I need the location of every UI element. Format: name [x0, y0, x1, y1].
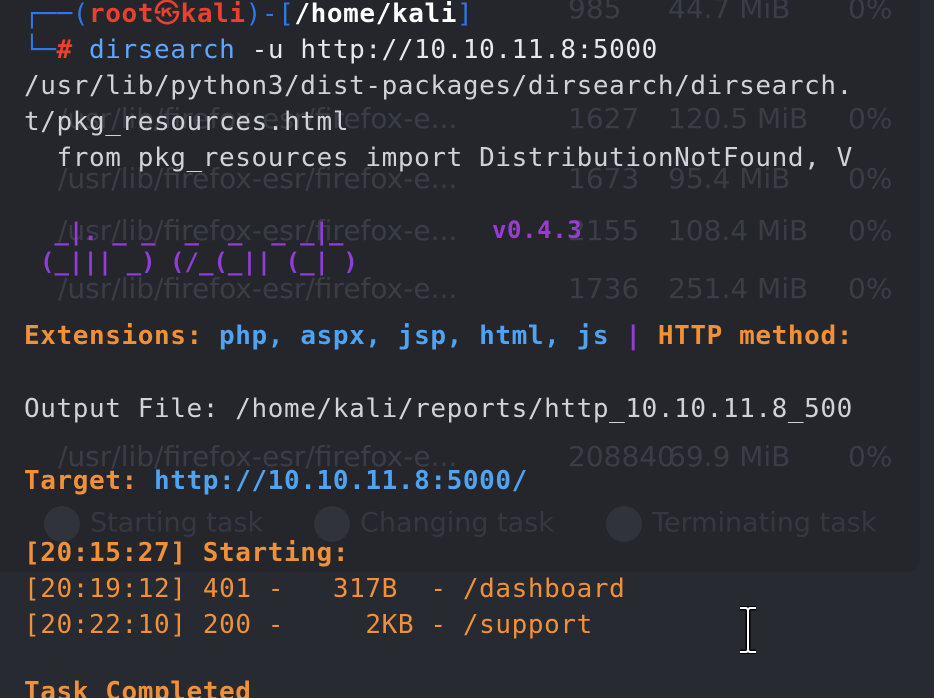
- command-name: dirsearch: [89, 35, 236, 65]
- banner-art: (_||| _) (/_(_|| (_| ): [40, 248, 358, 276]
- output-file-line: Output File: /home/kali/reports/http_10.…: [24, 394, 853, 424]
- target-line: Target: http://10.10.11.8:5000/: [24, 466, 528, 496]
- target-url: http://10.10.11.8:5000/: [154, 466, 528, 496]
- task-completed-line: Task Completed: [24, 677, 252, 698]
- text-cursor-icon: [740, 606, 756, 654]
- scan-starting-line: [20:15:27] Starting:: [24, 538, 350, 568]
- result-row: [20:19:12] 401 - 317B - /dashboard: [24, 574, 626, 604]
- result-row: [20:22:10] 200 - 2KB - /support: [24, 610, 593, 640]
- terminal-window[interactable]: 985 44.7 MiB 0% /usr/lib/firefox-esr/fir…: [0, 0, 934, 698]
- banner-art: _|. _ _ _ _ _ _|_: [40, 218, 402, 246]
- ghost-row: /usr/lib/firefox-esr/firefox-e... 1736 2…: [58, 272, 893, 305]
- warning-line: t/pkg_resources.html: [24, 107, 350, 137]
- skull-icon: ㉿: [154, 0, 181, 29]
- prompt-line: ┌──(root㉿kali)-[/home/kali]: [24, 0, 474, 29]
- warning-line: /usr/lib/python3/dist-packages/dirsearch…: [24, 71, 853, 101]
- terminating-task-button: Terminating task: [606, 506, 876, 542]
- extensions-line: Extensions: php, aspx, jsp, html, js | H…: [24, 321, 853, 351]
- banner-version: v0.4.3: [492, 216, 583, 244]
- command-line: └─# dirsearch -u http://10.10.11.8:5000: [24, 35, 658, 65]
- warning-line: from pkg_resources import DistributionNo…: [24, 143, 853, 173]
- changing-task-button: Changing task: [314, 506, 554, 542]
- command-args: -u http://10.10.11.8:5000: [251, 35, 658, 65]
